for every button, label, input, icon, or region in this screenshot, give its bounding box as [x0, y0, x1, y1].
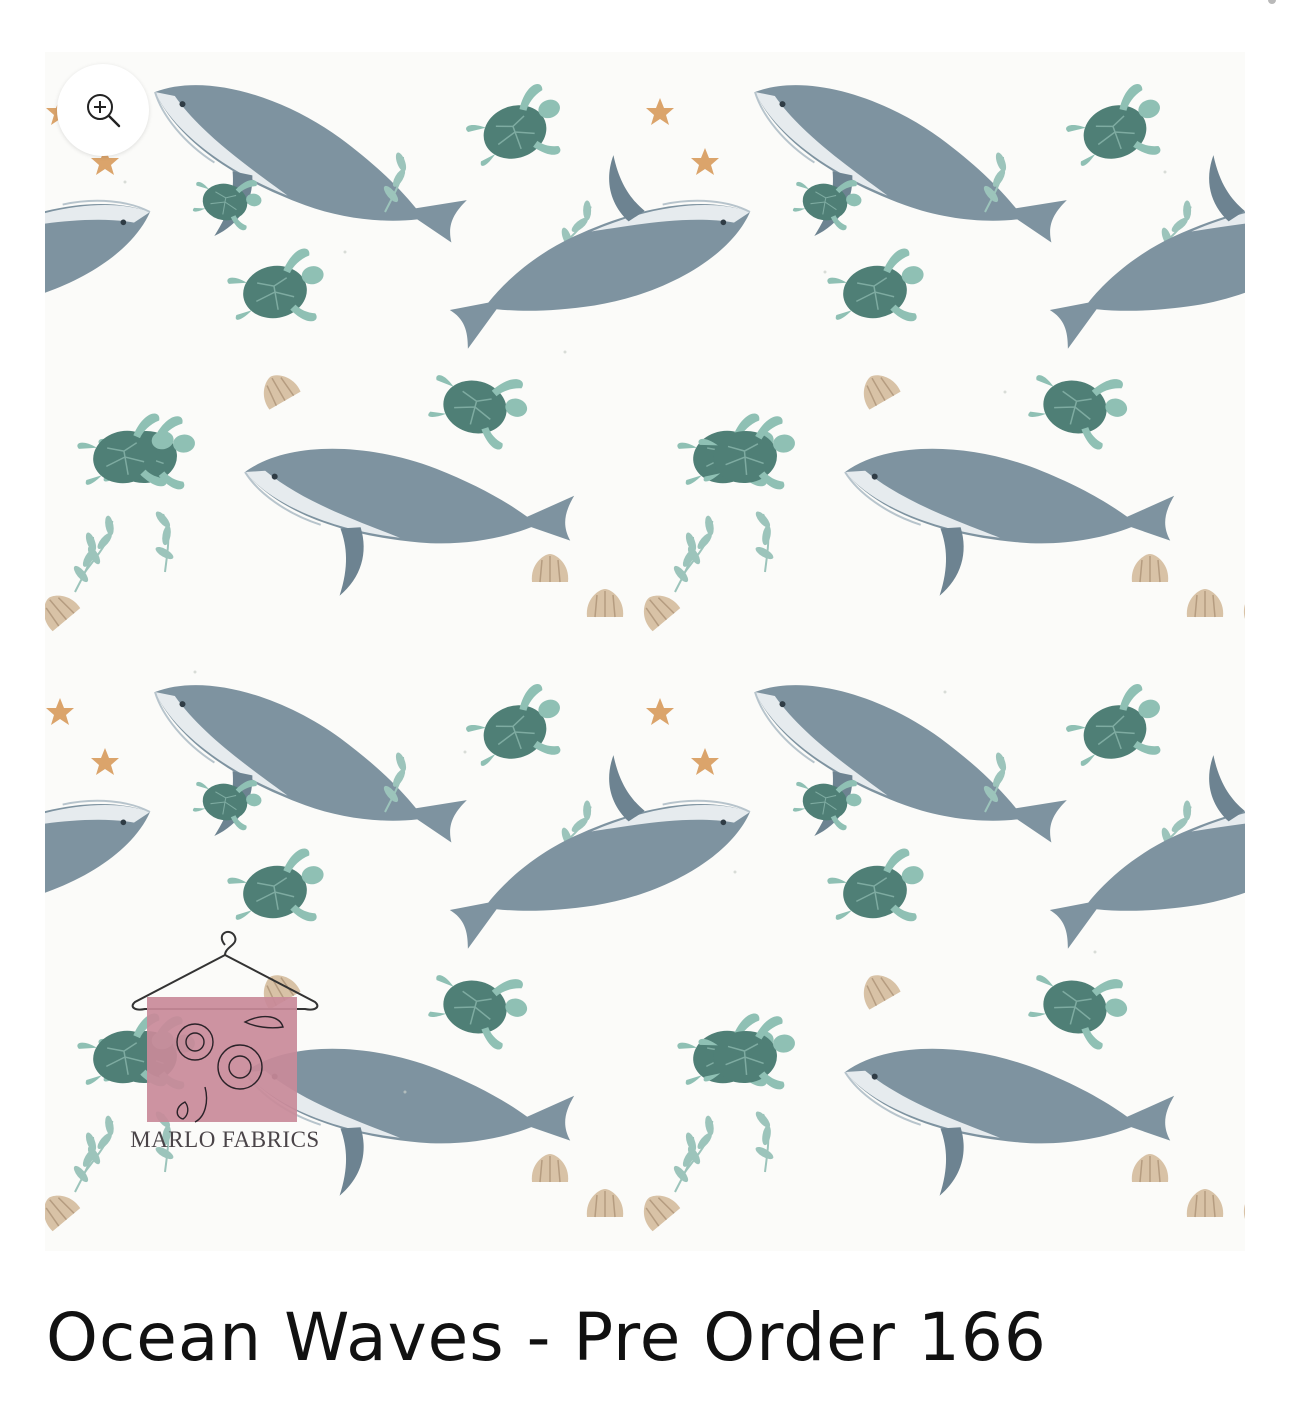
- logo-swatch: [147, 997, 297, 1122]
- brand-watermark: MARLO FABRICS: [105, 927, 345, 1167]
- menu-dot: [1268, 0, 1276, 4]
- product-title: Ocean Waves - Pre Order 166: [46, 1299, 1047, 1376]
- zoom-button[interactable]: [57, 64, 149, 156]
- zoom-in-icon: [87, 94, 121, 128]
- brand-watermark-text: MARLO FABRICS: [130, 1127, 320, 1152]
- hanger-logo: [131, 930, 319, 1123]
- product-image[interactable]: MARLO FABRICS: [45, 52, 1245, 1251]
